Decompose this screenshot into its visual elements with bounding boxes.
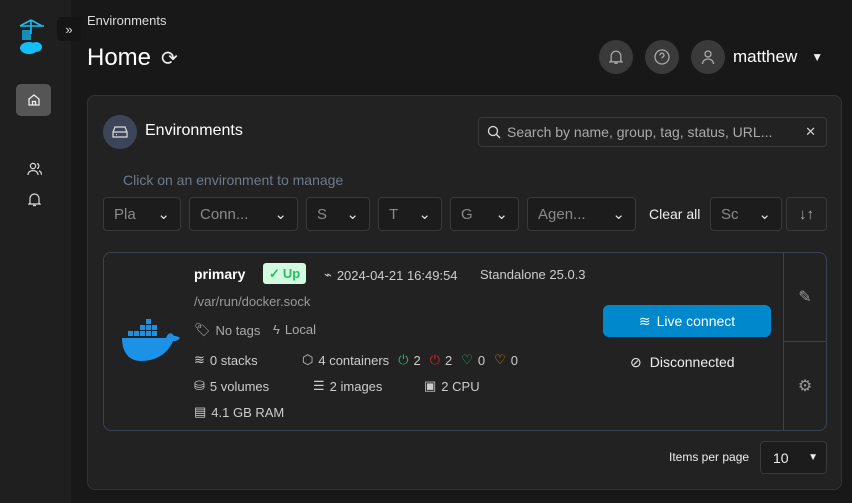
page-title: Home [87, 44, 152, 71]
gear-icon: ⚙ [797, 378, 813, 395]
expand-sidebar-button[interactable]: » [57, 17, 81, 41]
notifications-button[interactable] [599, 40, 633, 74]
wifi-icon: ≋ [638, 312, 651, 329]
connection-filter[interactable]: Conn... ⌄ [189, 197, 298, 231]
connection-status: ⊘ Disconnected [630, 354, 735, 370]
environment-name: primary [194, 266, 246, 282]
tag-icon: 🏷︎ [194, 322, 211, 337]
healthy-icon: ♡ [461, 352, 473, 367]
sidebar-item-users[interactable] [24, 160, 44, 178]
settings-button[interactable]: ⚙ [784, 342, 826, 430]
volumes-icon: ⛁ [194, 378, 205, 393]
wifi-off-icon: ⊘ [630, 354, 642, 370]
home-icon [27, 94, 40, 106]
refresh-icon[interactable]: ⟳ [161, 46, 178, 71]
platform-filter[interactable]: Pla ⌄ [103, 197, 181, 231]
agent-version-filter[interactable]: Agen... ⌄ [527, 197, 636, 231]
user-menu[interactable]: matthew ▼ [691, 40, 823, 74]
users-icon [26, 162, 42, 176]
sidebar: » [0, 0, 81, 503]
cpu-icon: ▣ [424, 378, 437, 393]
items-per-page-select[interactable]: 10 ▼ [760, 441, 827, 474]
sort-order-button[interactable]: ↓↑ [786, 197, 827, 231]
pencil-icon: ✎ [798, 289, 812, 306]
tags-filter[interactable]: T ⌄ [378, 197, 442, 231]
environments-icon [103, 115, 137, 149]
search-icon [487, 125, 501, 139]
images-icon: ☰ [313, 378, 325, 393]
sidebar-item-notifications[interactable] [24, 190, 44, 208]
chevron-down-icon: ▼ [808, 452, 818, 463]
stacks-icon: ≋ [194, 352, 205, 367]
status-filter[interactable]: S ⌄ [306, 197, 370, 231]
clear-all-button[interactable]: Clear all [649, 206, 700, 222]
bell-icon [609, 50, 623, 65]
unhealthy-icon: ♡ [494, 352, 506, 367]
edit-button[interactable]: ✎ [784, 253, 826, 341]
breadcrumb[interactable]: Environments [87, 13, 166, 28]
containers-icon: ⬡ [302, 352, 314, 367]
panel-title: Environments [145, 122, 243, 139]
help-icon [654, 49, 670, 65]
ram-icon: ▤ [194, 404, 207, 419]
heartbeat-icon: ⌁ [324, 267, 332, 282]
environment-type: Standalone 25.0.3 [480, 267, 586, 282]
search-input[interactable]: Search by name, group, tag, status, URL.… [478, 117, 827, 147]
sort-select[interactable]: Sc ⌄ [710, 197, 782, 231]
avatar [691, 40, 725, 74]
clear-search-icon[interactable]: ✕ [805, 124, 816, 140]
check-circle-icon: ✓ [269, 265, 280, 281]
bell-icon [27, 192, 41, 206]
running-icon: ⏻ [398, 352, 409, 367]
items-per-page-label: Items per page [669, 450, 750, 464]
user-icon [701, 50, 715, 65]
help-button[interactable] [645, 40, 679, 74]
sidebar-item-home[interactable] [16, 84, 51, 116]
chevron-down-icon: ▼ [811, 50, 824, 64]
username: matthew [733, 47, 798, 66]
docker-icon [120, 318, 182, 362]
portainer-logo[interactable] [17, 18, 47, 56]
stopped-icon: ⏻ [429, 352, 441, 367]
hint-text: Click on an environment to manage [123, 172, 344, 188]
live-connect-button[interactable]: ≋ Live connect [603, 305, 771, 337]
status-badge: ✓ Up [263, 263, 307, 284]
groups-filter[interactable]: G ⌄ [450, 197, 519, 231]
environment-url: /var/run/docker.sock [194, 294, 311, 309]
bolt-icon: ϟ [273, 322, 280, 337]
